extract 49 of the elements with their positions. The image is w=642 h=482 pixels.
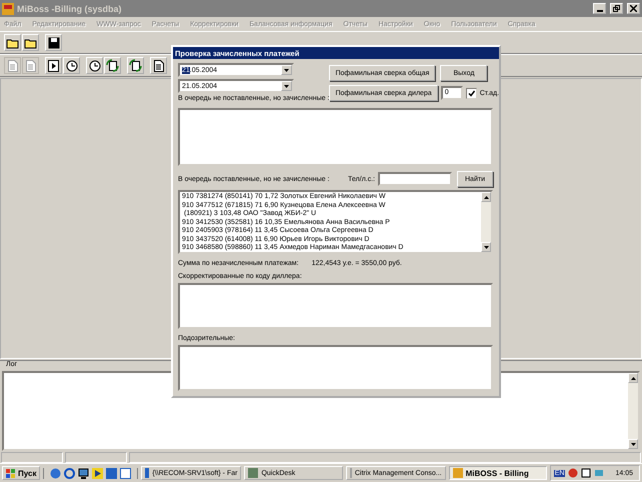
folder-icon: [6, 36, 20, 48]
list-box[interactable]: [178, 190, 493, 254]
taskbar-button[interactable]: MiBOSS - Billing: [448, 466, 547, 480]
text-box[interactable]: [178, 283, 493, 329]
phone-field[interactable]: [378, 172, 452, 186]
scroll-down-button[interactable]: [628, 439, 638, 449]
window-icon: [452, 468, 463, 478]
close-icon: [630, 5, 637, 12]
scrollbar[interactable]: [628, 373, 638, 449]
desktop-icon[interactable]: [120, 468, 132, 478]
document-icon: [154, 60, 164, 72]
checkmark-icon: [468, 90, 475, 96]
scroll-up-button[interactable]: [481, 192, 491, 202]
document-icon: [8, 60, 18, 72]
minimize-button[interactable]: [593, 3, 606, 14]
document-arrows-icon: [106, 59, 119, 72]
dropdown-button[interactable]: [281, 81, 292, 91]
media-player-icon[interactable]: [92, 468, 104, 478]
down-arrow-icon: [484, 246, 488, 248]
up-arrow-icon: [630, 376, 636, 380]
text-box[interactable]: [178, 108, 493, 166]
document-arrows-icon: [129, 59, 142, 72]
folder-icon: [24, 36, 38, 48]
down-arrow-icon: [630, 442, 636, 446]
window-icon: [248, 468, 258, 478]
start-button[interactable]: Пуск: [2, 466, 40, 480]
app-icon: [2, 2, 14, 14]
text-box[interactable]: [178, 345, 493, 391]
document-icon: [26, 60, 36, 72]
clock-icon: [88, 60, 100, 72]
window-icon: [350, 468, 352, 478]
scrollbar[interactable]: [481, 192, 491, 252]
up-arrow-icon: [484, 196, 488, 198]
tray-icon[interactable]: [581, 468, 592, 478]
window-icon: [145, 468, 150, 478]
restore-icon: [613, 5, 620, 12]
restore-button[interactable]: [610, 3, 623, 14]
checkbox[interactable]: [466, 88, 477, 98]
down-arrow-icon: [284, 84, 289, 88]
play-document-icon: [48, 60, 59, 72]
scroll-down-button[interactable]: [481, 242, 491, 252]
close-button[interactable]: [627, 3, 640, 14]
clock-icon: [66, 60, 78, 72]
computer-icon[interactable]: [78, 468, 90, 478]
scroll-up-button[interactable]: [628, 373, 638, 383]
down-arrow-icon: [284, 68, 289, 72]
dropdown-button[interactable]: [281, 65, 292, 75]
windows-logo-icon: [6, 468, 16, 478]
window-title: MiBoss -Billing (sysdba): [17, 4, 122, 14]
